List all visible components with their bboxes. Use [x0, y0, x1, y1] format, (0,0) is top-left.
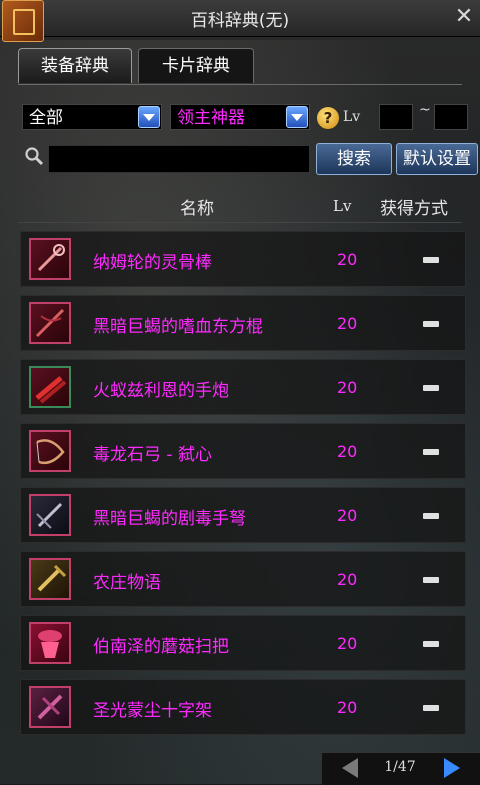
table-row[interactable]: 黑暗巨蝎的嗜血东方棍 20 [20, 295, 466, 351]
header-divider [18, 222, 462, 223]
source-dash-icon [423, 641, 439, 647]
column-header-source[interactable]: 获得方式 [380, 194, 448, 219]
reset-defaults-button[interactable]: 默认设置 [396, 143, 478, 175]
subcategory-value: 领主神器 [177, 108, 245, 128]
table-row[interactable]: 圣光蒙尘十字架 20 [20, 679, 466, 735]
lv-range-separator: ~ [419, 102, 431, 118]
item-lv: 20 [337, 698, 358, 717]
dictionary-window: 百科辞典(无) ✕ 装备辞典 卡片辞典 全部 领主神器 ? Lv ~ 搜索 默认… [0, 0, 480, 785]
broom-icon [29, 622, 71, 664]
table-row[interactable]: 伯南泽的蘑菇扫把 20 [20, 615, 466, 671]
item-lv: 20 [337, 634, 358, 653]
chevron-down-icon[interactable] [286, 106, 308, 128]
item-lv: 20 [337, 442, 358, 461]
source-dash-icon [423, 449, 439, 455]
source-dash-icon [423, 385, 439, 391]
tab-equipment-dictionary[interactable]: 装备辞典 [18, 48, 132, 83]
search-button[interactable]: 搜索 [316, 143, 392, 175]
tab-card-dictionary[interactable]: 卡片辞典 [138, 48, 254, 83]
item-name: 黑暗巨蝎的剧毒手弩 [93, 509, 246, 529]
page-indicator: 1/47 [384, 759, 416, 775]
category-dropdown[interactable]: 全部 [22, 104, 162, 130]
bow-icon [29, 430, 71, 472]
lv-min-input[interactable] [379, 104, 413, 130]
help-icon[interactable]: ? [317, 107, 339, 129]
lv-filter-label: Lv [343, 109, 361, 125]
source-dash-icon [423, 513, 439, 519]
item-lv: 20 [337, 250, 358, 269]
title-bar[interactable]: 百科辞典(无) ✕ [0, 0, 480, 42]
item-lv: 20 [337, 570, 358, 589]
item-lv: 20 [337, 314, 358, 333]
chevron-down-icon[interactable] [138, 106, 160, 128]
pagination: 1/47 [322, 752, 480, 785]
close-icon[interactable]: ✕ [452, 4, 476, 30]
column-header-name[interactable]: 名称 [180, 194, 214, 219]
item-name: 黑暗巨蝎的嗜血东方棍 [93, 317, 263, 337]
item-lv: 20 [337, 378, 358, 397]
crossbow-icon [29, 494, 71, 536]
item-name: 农庄物语 [93, 573, 161, 593]
staff-icon [29, 302, 71, 344]
table-row[interactable]: 毒龙石弓 - 弑心 20 [20, 423, 466, 479]
previous-page-icon[interactable] [342, 758, 358, 778]
column-header-lv[interactable]: Lv [333, 197, 351, 215]
farm-tool-icon [29, 558, 71, 600]
source-dash-icon [423, 257, 439, 263]
lv-max-input[interactable] [434, 104, 468, 130]
item-name: 圣光蒙尘十字架 [93, 701, 212, 721]
window-title: 百科辞典(无) [190, 11, 290, 31]
cross-icon [29, 686, 71, 728]
item-name: 伯南泽的蘑菇扫把 [93, 637, 229, 657]
item-name: 纳姆轮的灵骨棒 [93, 253, 212, 273]
category-value: 全部 [29, 108, 63, 128]
next-page-icon[interactable] [444, 758, 460, 778]
tab-divider [18, 84, 462, 85]
item-name: 毒龙石弓 - 弑心 [93, 445, 212, 465]
search-icon [25, 147, 44, 166]
search-input[interactable] [48, 145, 310, 173]
hand-cannon-icon [29, 366, 71, 408]
table-row[interactable]: 火蚁兹利恩的手炮 20 [20, 359, 466, 415]
bone-staff-icon [29, 238, 71, 280]
source-dash-icon [423, 577, 439, 583]
subcategory-dropdown[interactable]: 领主神器 [170, 104, 310, 130]
table-row[interactable]: 黑暗巨蝎的剧毒手弩 20 [20, 487, 466, 543]
source-dash-icon [423, 705, 439, 711]
source-dash-icon [423, 321, 439, 327]
item-name: 火蚁兹利恩的手炮 [93, 381, 229, 401]
item-lv: 20 [337, 506, 358, 525]
table-row[interactable]: 农庄物语 20 [20, 551, 466, 607]
table-row[interactable]: 纳姆轮的灵骨棒 20 [20, 231, 466, 287]
